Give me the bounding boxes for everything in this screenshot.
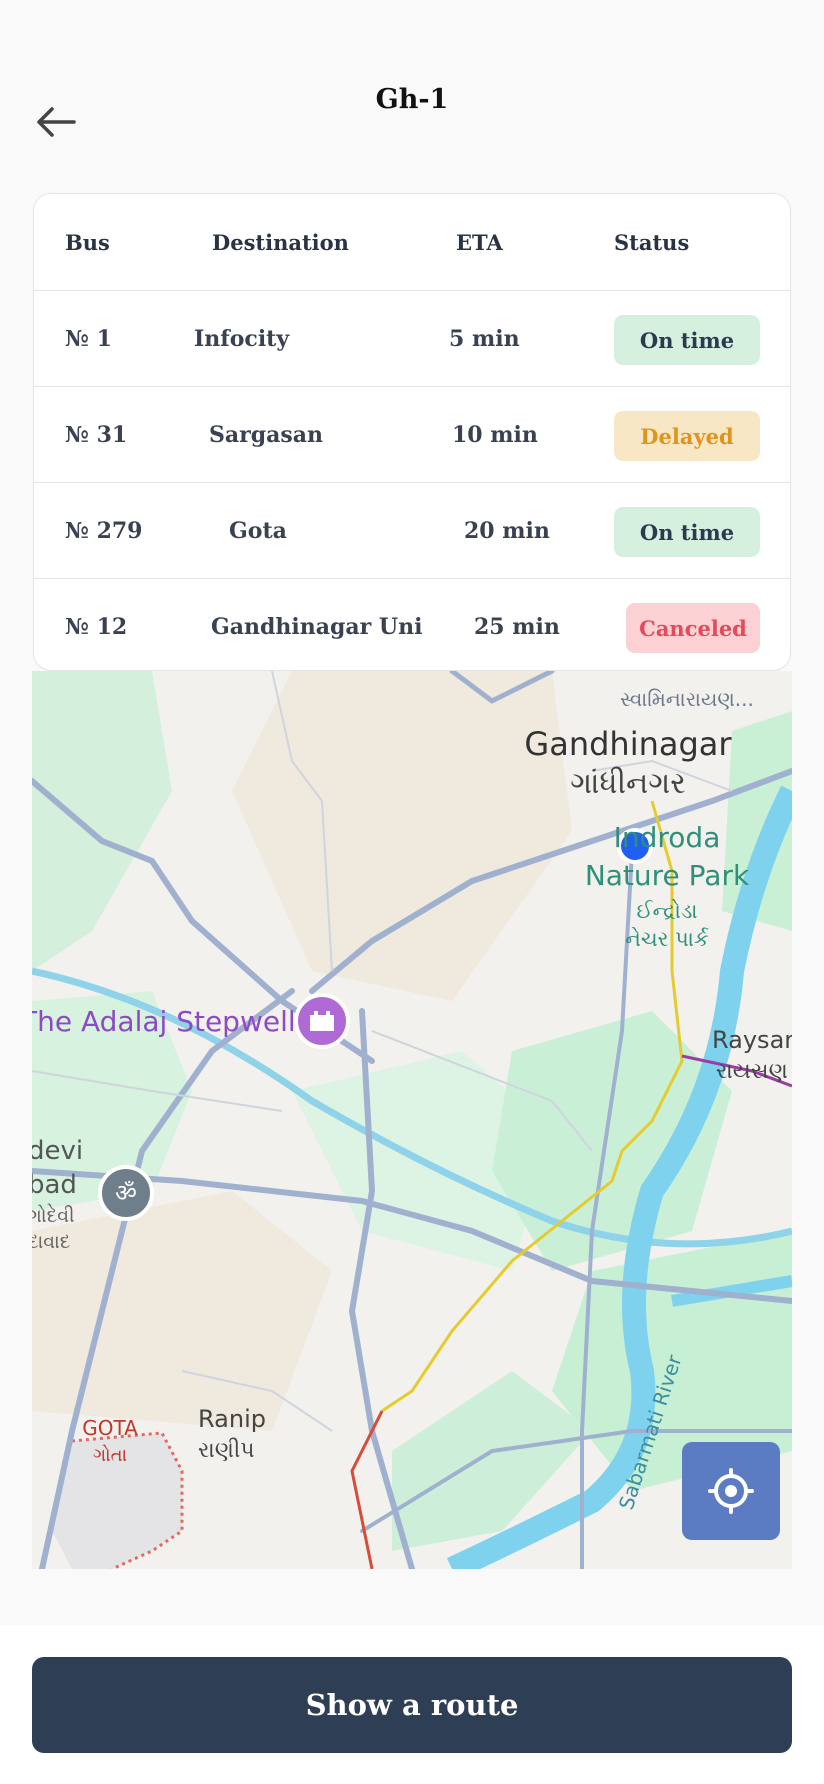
destination: Sargasan xyxy=(209,421,324,448)
table-row[interactable]: № 12 Gandhinagar Uni 25 min Canceled xyxy=(34,578,790,670)
map-label-gota-gu: ગોતા xyxy=(93,1445,127,1466)
bus-schedule-table: Bus Destination ETA Status № 1 Infocity … xyxy=(33,193,791,671)
map-label-swaminarayan: સ્વામિનારાયણ... xyxy=(620,687,754,711)
column-header-eta: ETA xyxy=(456,229,503,255)
eta: 10 min xyxy=(452,421,538,448)
destination: Gota xyxy=(229,517,287,544)
map-view[interactable]: ॐ સ્વામિનારાયણ... Gandhinagar ગાંધીનગર I… xyxy=(32,671,792,1569)
status-badge: On time xyxy=(614,315,760,365)
map-label-nature-park-gu: નેચર પાર્ક xyxy=(625,927,709,951)
crosshair-icon xyxy=(708,1468,754,1514)
map-label-gota: GOTA xyxy=(82,1416,138,1440)
eta: 5 min xyxy=(449,325,520,352)
column-header-destination: Destination xyxy=(212,229,349,255)
status-badge: Delayed xyxy=(614,411,760,461)
bus-number: № 1 xyxy=(65,325,112,352)
map-label-river: Sabarmati River xyxy=(614,1351,687,1512)
map-label-devi-2: bad xyxy=(32,1170,77,1200)
bus-number: № 279 xyxy=(65,517,143,544)
show-route-button[interactable]: Show a route xyxy=(32,1657,792,1753)
table-header-row: Bus Destination ETA Status xyxy=(34,194,790,290)
map-label-gandhinagar: Gandhinagar xyxy=(524,725,732,763)
destination: Infocity xyxy=(194,325,290,352)
destination: Gandhinagar Uni xyxy=(211,613,423,640)
column-header-bus: Bus xyxy=(65,229,110,255)
map-label-gandhinagar-gu: ગાંધીનગર xyxy=(570,766,686,801)
map-label-raysan-gu: રાયસણ xyxy=(716,1059,788,1084)
map-labels: સ્વામિનારાયણ... Gandhinagar ગાંધીનગર Ind… xyxy=(32,687,792,1513)
map-label-raysan: Raysan xyxy=(712,1026,792,1054)
eta: 25 min xyxy=(474,613,560,640)
page-title: Gh-1 xyxy=(375,84,449,115)
map-label-devi: devi xyxy=(32,1136,83,1166)
footer: Show a route xyxy=(0,1625,824,1784)
eta: 20 min xyxy=(464,517,550,544)
map-label-ranip: Ranip xyxy=(198,1405,266,1433)
map-label-indroda: Indroda xyxy=(614,821,721,854)
column-header-status: Status xyxy=(614,229,690,255)
map-label-devi-gu-2: દાવાદ xyxy=(32,1231,70,1253)
table-row[interactable]: № 31 Sargasan 10 min Delayed xyxy=(34,386,790,482)
map-label-devi-gu: ગોદેવી xyxy=(32,1204,75,1227)
status-badge: On time xyxy=(614,507,760,557)
app-header: Gh-1 xyxy=(0,0,824,190)
bus-number: № 31 xyxy=(65,421,128,448)
map-label-adalaj: The Adalaj Stepwell xyxy=(32,1005,296,1038)
locate-me-button[interactable] xyxy=(682,1442,780,1540)
table-row[interactable]: № 1 Infocity 5 min On time xyxy=(34,290,790,386)
bus-number: № 12 xyxy=(65,613,128,640)
map-label-ranip-gu: રાણીપ xyxy=(198,1438,255,1463)
map-label-indroda-gu: ઈન્દ્રોડા xyxy=(636,899,697,923)
table-row[interactable]: № 279 Gota 20 min On time xyxy=(34,482,790,578)
map-label-nature-park: Nature Park xyxy=(585,859,750,892)
status-badge: Canceled xyxy=(626,603,760,653)
